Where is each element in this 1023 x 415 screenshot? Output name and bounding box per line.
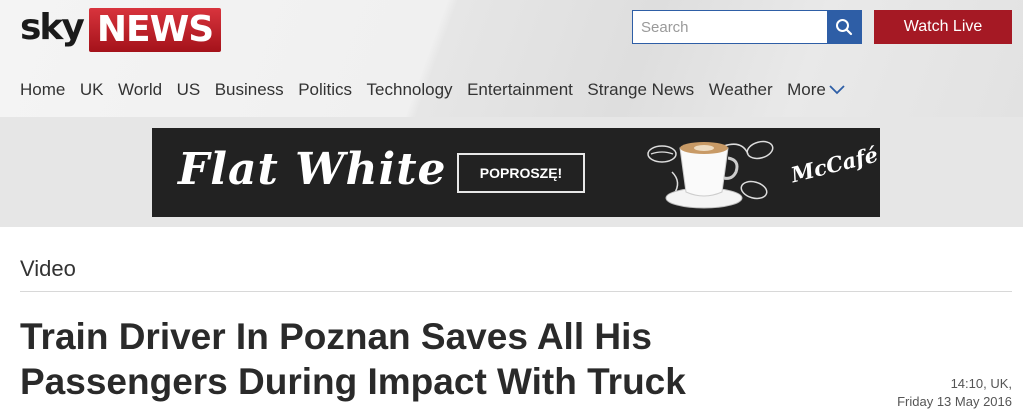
search-box [632, 10, 862, 44]
main-nav: Home UK World US Business Politics Techn… [20, 80, 845, 100]
nav-item-more-label: More [787, 80, 826, 99]
advertisement-band: Flat White POPROSZĘ! McCafé [0, 117, 1023, 227]
ad-headline: Flat White [178, 144, 447, 195]
advertisement-banner[interactable]: Flat White POPROSZĘ! McCafé [152, 128, 880, 217]
site-header: sky NEWS Watch Live Home UK World US Bus… [0, 0, 1023, 117]
logo-news-text: NEWS [88, 8, 222, 52]
nav-item-uk[interactable]: UK [80, 80, 104, 100]
nav-item-home[interactable]: Home [20, 80, 65, 100]
nav-item-more[interactable]: More [787, 80, 845, 100]
watch-live-button[interactable]: Watch Live [874, 10, 1012, 44]
search-button[interactable] [827, 11, 861, 43]
search-icon [836, 19, 853, 36]
chevron-down-icon [829, 85, 845, 95]
nav-item-entertainment[interactable]: Entertainment [467, 80, 573, 100]
ad-brand-logo: McCafé [788, 141, 880, 188]
sky-news-logo[interactable]: sky NEWS [20, 7, 222, 52]
section-label[interactable]: Video [20, 256, 76, 282]
nav-item-us[interactable]: US [177, 80, 201, 100]
nav-item-politics[interactable]: Politics [298, 80, 352, 100]
nav-item-world[interactable]: World [118, 80, 162, 100]
article-date: Friday 13 May 2016 [897, 394, 1012, 409]
ad-cta-button[interactable]: POPROSZĘ! [457, 153, 585, 193]
search-input[interactable] [633, 11, 828, 43]
nav-item-strange-news[interactable]: Strange News [587, 80, 694, 100]
nav-item-weather[interactable]: Weather [709, 80, 773, 100]
article-headline: Train Driver In Poznan Saves All His Pas… [20, 316, 686, 402]
nav-item-technology[interactable]: Technology [367, 80, 453, 100]
divider [20, 291, 1012, 292]
nav-item-business[interactable]: Business [215, 80, 284, 100]
logo-sky-text: sky [20, 7, 85, 48]
coffee-cup-illustration [647, 140, 774, 209]
article-timestamp: 14:10, UK, Friday 13 May 2016 [897, 375, 1012, 411]
article-time: 14:10, UK, [950, 376, 1012, 391]
